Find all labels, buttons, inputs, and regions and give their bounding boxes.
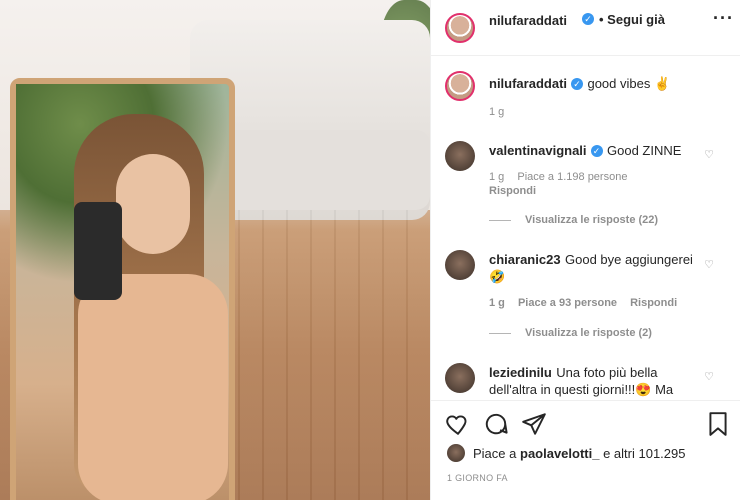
comment-like-heart-icon[interactable]: ♡ — [704, 370, 714, 383]
likes-line: Piace a paolavelotti_ e altri 101.295 — [473, 446, 686, 461]
comment-item: leziedinilu Una foto più bella dell'altr… — [489, 364, 694, 398]
comment-username[interactable]: valentinavignali — [489, 143, 587, 158]
replies-divider — [489, 332, 511, 334]
comment-username[interactable]: leziedinilu — [489, 365, 552, 380]
likes-suffix[interactable]: e altri 101.295 — [603, 446, 685, 461]
verified-icon: ✓ — [582, 13, 594, 25]
caption-text: good vibes ✌ — [587, 76, 671, 91]
verified-icon: ✓ — [590, 144, 603, 157]
comment-likes[interactable]: Piace a 1.198 persone — [517, 171, 627, 183]
comment-time: 1 g — [489, 171, 505, 183]
reply-button[interactable]: Rispondi — [489, 185, 536, 197]
bookmark-icon[interactable] — [705, 411, 731, 437]
caption-time: 1 g — [489, 106, 505, 118]
comment-likes[interactable]: Piace a 93 persone — [518, 297, 617, 309]
author-avatar[interactable] — [445, 13, 475, 43]
view-replies-label[interactable]: Visualizza le risposte (22) — [525, 214, 658, 226]
author-username[interactable]: nilufaraddati — [489, 13, 567, 28]
photo-sofa-seat — [220, 130, 430, 210]
photo-mirror — [10, 78, 235, 500]
comment-username[interactable]: chiaranic23 — [489, 252, 561, 267]
mirror-face — [116, 154, 190, 254]
comment-like-heart-icon[interactable]: ♡ — [704, 148, 714, 161]
replies-divider — [489, 219, 511, 221]
post-actions: Piace a paolavelotti_ e altri 101.295 1 … — [431, 400, 740, 500]
comment-time: 1 g — [489, 297, 505, 309]
comment-item: chiaranic23 Good bye aggiungerei 🤣 — [489, 251, 704, 285]
post-sidebar: nilufaraddati ✓ • Segui già ··· nilufara… — [430, 0, 740, 500]
comment-meta: 1 g Piace a 1.198 persone — [489, 171, 627, 183]
post-header: nilufaraddati ✓ • Segui già ··· — [431, 0, 740, 56]
verified-icon: ✓ — [571, 77, 584, 90]
view-replies[interactable]: Visualizza le risposte (22) — [489, 214, 658, 226]
comment-text: Good ZINNE — [607, 143, 682, 158]
share-icon[interactable] — [521, 411, 547, 437]
comment-avatar[interactable] — [445, 250, 475, 280]
caption: nilufaraddati ✓ good vibes ✌ — [489, 75, 729, 93]
more-horizontal-icon[interactable]: ··· — [713, 8, 734, 29]
instagram-post: nilufaraddati ✓ • Segui già ··· nilufara… — [0, 0, 740, 500]
liker-avatar[interactable] — [447, 444, 465, 462]
heart-icon[interactable] — [445, 411, 471, 437]
comment-item: valentinavignali ✓ Good ZINNE — [489, 142, 709, 160]
view-replies-label[interactable]: Visualizza le risposte (2) — [525, 327, 652, 339]
caption-username[interactable]: nilufaraddati — [489, 76, 567, 91]
mirror-body — [78, 274, 228, 500]
comment-avatar[interactable] — [445, 141, 475, 171]
likes-user[interactable]: paolavelotti_ — [520, 446, 599, 461]
view-replies[interactable]: Visualizza le risposte (2) — [489, 327, 652, 339]
post-timestamp: 1 GIORNO FA — [447, 473, 508, 483]
post-photo[interactable] — [0, 0, 430, 500]
likes-prefix: Piace a — [473, 446, 517, 461]
comment-avatar[interactable] — [445, 363, 475, 393]
mirror-phone — [74, 202, 122, 300]
comment-like-heart-icon[interactable]: ♡ — [704, 258, 714, 271]
follow-status[interactable]: • Segui già — [599, 12, 665, 27]
comment-meta: 1 g Piace a 93 persone Rispondi — [489, 297, 677, 309]
caption-avatar[interactable] — [445, 71, 475, 101]
comment-icon[interactable] — [483, 411, 509, 437]
reply-button[interactable]: Rispondi — [630, 297, 677, 309]
